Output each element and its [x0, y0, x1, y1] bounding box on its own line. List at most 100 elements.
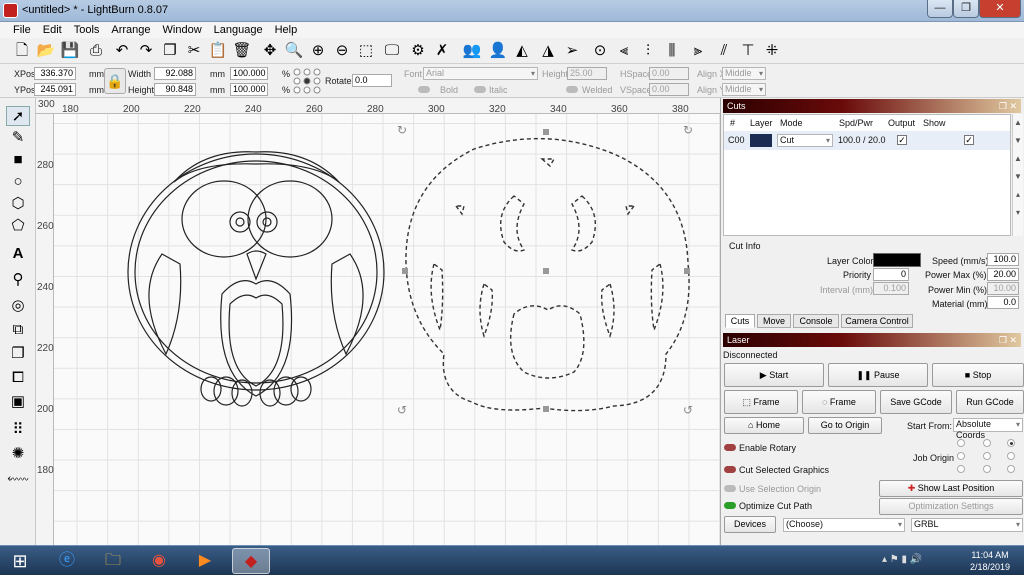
menu-window[interactable]: Window — [157, 22, 208, 38]
close-button[interactable]: ✕ — [979, 0, 1021, 18]
controller-select[interactable]: GRBL — [911, 518, 1023, 532]
welded-toggle[interactable] — [566, 86, 578, 93]
material-input[interactable]: 0.0 — [987, 296, 1019, 309]
polygon-tool-icon[interactable]: ⬡ — [6, 194, 30, 214]
zoom-selection-icon[interactable]: 🔍 — [284, 41, 304, 61]
frame-rect-button[interactable]: ⬚ Frame — [724, 390, 798, 414]
home-button[interactable]: ⌂ Home — [724, 417, 804, 434]
layer-color-box[interactable] — [873, 253, 921, 267]
boolean-union-icon[interactable]: ⧉ — [6, 320, 30, 340]
delete-icon[interactable]: 🗑 — [232, 41, 252, 61]
zoom-frame-icon[interactable]: ⬚ — [356, 41, 376, 61]
group-icon[interactable]: 👥 — [462, 41, 482, 61]
file-explorer-icon[interactable]: 🗀 — [94, 548, 132, 574]
circular-array-icon[interactable]: ✺ — [6, 444, 30, 464]
cuts-side-buttons[interactable]: ▲ ▼ ▲ ▼ ▴ ▾ — [1012, 114, 1023, 236]
copy-icon[interactable]: ❐ — [160, 41, 180, 61]
stop-button[interactable]: ■ Stop — [932, 363, 1024, 387]
output-checkbox[interactable]: ✓ — [897, 135, 907, 145]
job-origin-top-left[interactable] — [957, 439, 965, 447]
shape-tool-icon[interactable]: ⬠ — [6, 216, 30, 236]
tab-move[interactable]: Move — [757, 314, 791, 328]
grid-array-icon[interactable]: ⠿ — [6, 420, 30, 440]
text-height-input[interactable]: 25.00 — [567, 67, 607, 80]
cross-center-icon[interactable]: ⁜ — [762, 41, 782, 61]
align-middle-icon[interactable]: ⫼ — [662, 41, 682, 61]
send-icon[interactable]: ➢ — [562, 41, 582, 61]
height-input[interactable]: 90.848 — [154, 83, 196, 96]
font-select[interactable]: Arial — [423, 67, 538, 80]
alignx-select[interactable]: Middle — [722, 67, 766, 80]
ellipse-tool-icon[interactable]: ○ — [6, 172, 30, 192]
optimization-settings-button[interactable]: Optimization Settings — [879, 498, 1023, 515]
menu-language[interactable]: Language — [208, 22, 269, 38]
undo-icon[interactable]: ↶ — [112, 41, 132, 61]
windows-start-icon[interactable]: ⊞ — [2, 548, 38, 574]
chrome-icon[interactable]: ◉ — [140, 548, 178, 574]
zoom-out-icon[interactable]: ⊖ — [332, 41, 352, 61]
laser-panel-float-icon[interactable]: ❐ ✕ — [999, 333, 1017, 347]
menu-tools[interactable]: Tools — [68, 22, 106, 38]
rotate-input[interactable]: 0.0 — [352, 74, 392, 87]
job-origin-middle-right[interactable] — [1007, 452, 1015, 460]
pause-button[interactable]: ❚❚ Pause — [828, 363, 928, 387]
power-min-input[interactable]: 10.00 — [987, 282, 1019, 295]
menu-arrange[interactable]: Arrange — [105, 22, 156, 38]
priority-input[interactable]: 0 — [873, 268, 909, 281]
align-left-icon[interactable]: ⫷ — [614, 41, 634, 61]
new-file-icon[interactable]: 🗋 — [12, 41, 32, 61]
tab-console[interactable]: Console — [793, 314, 839, 328]
speed-input[interactable]: 100.0 — [987, 253, 1019, 266]
job-origin-bottom-center[interactable] — [983, 465, 991, 473]
show-checkbox[interactable]: ✓ — [964, 135, 974, 145]
save-gcode-button[interactable]: Save GCode — [880, 390, 952, 414]
distribute-icon[interactable]: ⫽ — [714, 41, 734, 61]
start-from-select[interactable]: Absolute Coords — [953, 418, 1023, 440]
scale-height-input[interactable]: 100.000 — [230, 83, 268, 96]
mode-select[interactable]: Cut — [777, 134, 833, 147]
tray-icons[interactable]: ▴ ⚑ ▮ 🔊 — [882, 554, 952, 568]
show-last-position-button[interactable]: ✚ Show Last Position — [879, 480, 1023, 497]
power-max-input[interactable]: 20.00 — [987, 268, 1019, 281]
target-icon[interactable]: ⊙ — [590, 41, 610, 61]
job-origin-top-center[interactable] — [983, 439, 991, 447]
open-folder-icon[interactable]: 📂 — [36, 41, 56, 61]
device-select[interactable]: (Choose) — [783, 518, 905, 532]
bold-toggle[interactable] — [418, 86, 430, 93]
zoom-in-icon[interactable]: ⊕ — [308, 41, 328, 61]
italic-toggle[interactable] — [474, 86, 486, 93]
devices-button[interactable]: Devices — [724, 516, 776, 533]
lightburn-taskbar-icon[interactable]: ◆ — [232, 548, 270, 574]
settings-gear-icon[interactable]: ⚙ — [408, 41, 428, 61]
system-clock[interactable]: 11:04 AM 2/18/2019 — [962, 549, 1018, 573]
boolean-subtract-icon[interactable]: ❐ — [6, 344, 30, 364]
cut-selected-toggle[interactable] — [724, 466, 736, 473]
menu-edit[interactable]: Edit — [37, 22, 68, 38]
align-top-icon[interactable]: ⊤ — [738, 41, 758, 61]
scale-width-input[interactable]: 100.000 — [230, 67, 268, 80]
boolean-intersect-icon[interactable]: ⧠ — [6, 368, 30, 388]
run-gcode-button[interactable]: Run GCode — [956, 390, 1024, 414]
internet-explorer-icon[interactable]: ⓔ — [48, 548, 86, 574]
monitor-icon[interactable]: 🖵 — [382, 41, 402, 61]
redo-icon[interactable]: ↷ — [136, 41, 156, 61]
job-origin-bottom-right[interactable] — [1007, 465, 1015, 473]
job-origin-top-right[interactable] — [1007, 439, 1015, 447]
flip-icon[interactable]: ◭ — [512, 41, 532, 61]
rectangle-tool-icon[interactable]: ■ — [6, 150, 30, 170]
minimize-button[interactable]: — — [927, 0, 953, 18]
align-right-icon[interactable]: ⫸ — [688, 41, 708, 61]
frame-circle-button[interactable]: ◌ Frame — [802, 390, 876, 414]
design-canvas[interactable]: ↻ ↻ ↺ ↺ — [54, 114, 720, 545]
menu-file[interactable]: File — [7, 22, 37, 38]
position-laser-icon[interactable]: ⚲ — [6, 270, 30, 290]
tools-icon[interactable]: ✗ — [432, 41, 452, 61]
weld-icon[interactable]: ▣ — [6, 392, 30, 412]
job-origin-center[interactable] — [983, 452, 991, 460]
cut-icon[interactable]: ✂ — [184, 41, 204, 61]
offset-tool-icon[interactable]: ◎ — [6, 296, 30, 316]
interval-input[interactable]: 0.100 — [873, 282, 909, 295]
width-input[interactable]: 92.088 — [154, 67, 196, 80]
start-button[interactable]: ▶ Start — [724, 363, 824, 387]
text-tool-icon[interactable]: A — [6, 244, 30, 264]
